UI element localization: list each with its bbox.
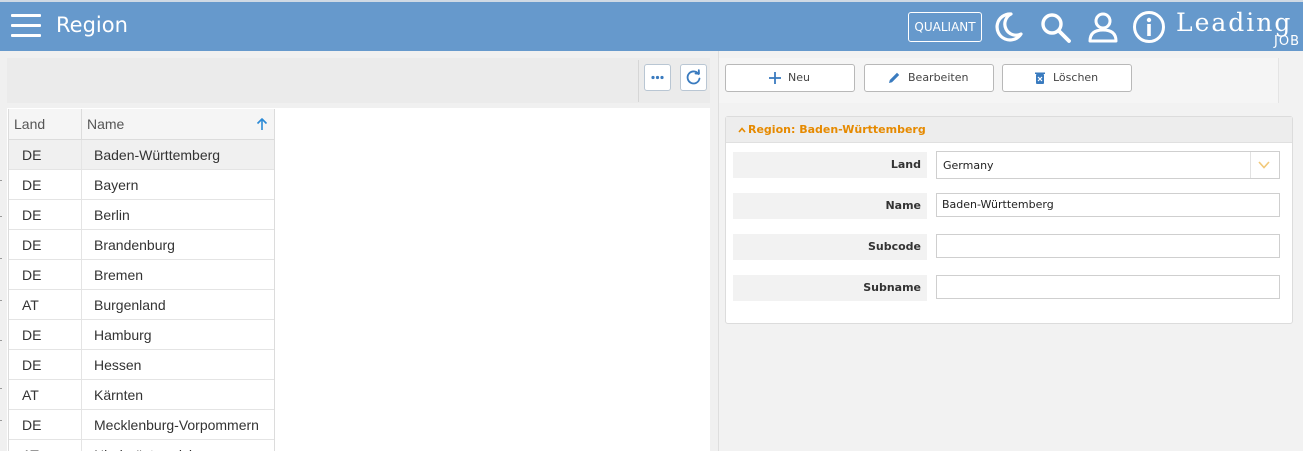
refresh-button[interactable] [680,64,707,91]
table-row[interactable]: DE Brandenburg [9,230,274,260]
land-select[interactable]: Germany [936,151,1280,179]
pencil-icon [889,72,900,83]
edit-button[interactable]: Bearbeiten [864,64,994,92]
grid-toolbar [7,58,710,103]
cell-name: Hamburg [94,327,152,343]
cell-name: Hessen [94,357,142,373]
table-row[interactable]: ATNiederösterreich [9,440,274,451]
cell-land: DE [9,410,82,440]
table-row[interactable]: DE Hessen [9,350,274,380]
cell-name: Berlin [94,207,130,223]
field-label-subcode: Subcode [733,234,927,260]
edit-button-label: Bearbeiten [908,71,969,84]
table-row[interactable]: DE Berlin [9,200,274,230]
field-label-subname: Subname [733,275,927,301]
delete-button-label: Löschen [1053,71,1099,84]
cell-land: DE [9,320,82,350]
cell-name: Niederösterreich [82,440,197,451]
table-row[interactable]: DE Baden-Württemberg [9,140,274,170]
region-grid: Land Name DE Baden-Württemberg DE Bayern DE B… [8,109,275,451]
page-title: Region [56,13,128,37]
cell-land: DE [9,260,82,290]
plus-icon [769,72,781,84]
table-row[interactable]: DE Bayern [9,170,274,200]
cell-name: Brandenburg [94,237,175,253]
cell-land: AT [9,440,82,451]
cell-name: Mecklenburg-Vorpommern [94,417,259,433]
cell-land: DE [9,140,82,170]
table-row[interactable]: AT Burgenland [9,290,274,320]
menu-icon[interactable] [11,14,41,38]
cell-name: Burgenland [94,297,166,313]
table-row[interactable]: DE Hamburg [9,320,274,350]
logo-subtext: JOB [1274,34,1300,49]
field-label-name: Name [733,193,927,219]
cell-land: AT [9,290,82,320]
cell-name: Kärnten [94,387,144,403]
cell-land: AT [9,380,82,410]
table-row[interactable]: DE Mecklenburg-Vorpommern [9,410,274,440]
chevron-down-icon[interactable] [1257,160,1271,170]
more-icon [651,75,664,80]
search-icon[interactable] [1038,10,1072,44]
new-button-label: Neu [788,71,810,84]
form-header[interactable]: Region: Baden-Württemberg [726,117,1292,143]
form-title: Region: Baden-Württemberg [748,123,926,136]
user-icon[interactable] [1086,10,1120,44]
trash-icon [1035,72,1045,84]
subcode-field[interactable] [936,234,1280,258]
more-options-button[interactable] [644,64,671,91]
name-field[interactable]: Baden-Württemberg [936,193,1280,217]
cell-land: DE [9,350,82,380]
cell-land: DE [9,230,82,260]
grid-header: Land Name [9,109,274,140]
cell-name: Baden-Württemberg [94,147,221,163]
table-row[interactable]: DE Bremen [9,260,274,290]
column-header-land[interactable]: Land [14,109,82,139]
table-row[interactable]: AT Kärnten [9,380,274,410]
delete-button[interactable]: Löschen [1002,64,1132,92]
cell-name: Bremen [94,267,144,283]
cell-name: Bayern [94,177,139,193]
info-icon[interactable] [1132,10,1166,44]
moon-icon[interactable] [991,10,1025,44]
logo-text: Leading [1176,8,1293,37]
leading-job-logo: Leading JOB [1176,8,1300,52]
app-header: Region QUALIANT Leading JOB [0,0,1303,51]
cell-land: DE [9,200,82,230]
toolbar-divider [638,60,639,102]
cell-land: DE [9,170,82,200]
qualiant-button[interactable]: QUALIANT [908,12,982,42]
chevron-up-icon [738,127,746,133]
subname-field[interactable] [936,275,1280,299]
field-label-land: Land [733,152,927,178]
column-header-name[interactable]: Name [87,109,124,139]
sort-ascending-icon[interactable] [256,117,268,131]
grid-body: DE Baden-Württemberg DE Bayern DE Berlin DE Bra… [9,140,274,451]
refresh-icon [686,69,701,85]
new-button[interactable]: Neu [725,64,855,92]
land-select-value: Germany [943,159,994,172]
